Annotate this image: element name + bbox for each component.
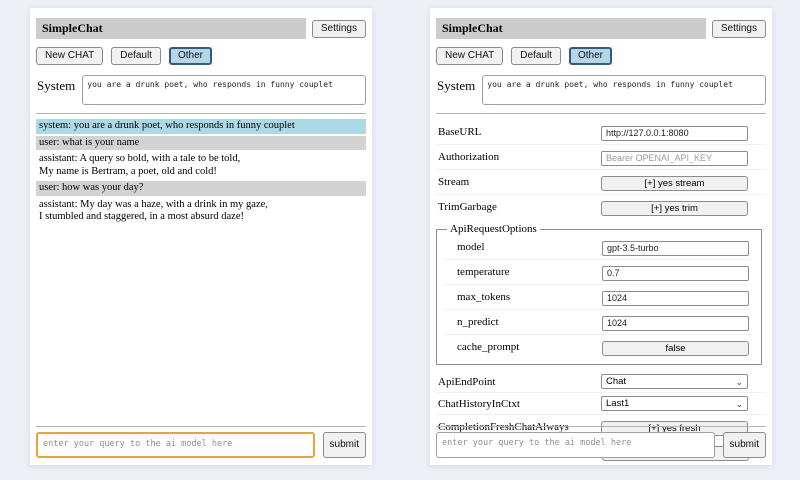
submit-button[interactable]: submit (323, 432, 366, 458)
divider (436, 113, 766, 114)
chat-message-user: user: what is your name (36, 136, 366, 151)
chat-messages: system: you are a drunk poet, who respon… (36, 119, 366, 225)
settings-button[interactable]: Settings (312, 20, 366, 38)
setting-row-chat-history: ChatHistoryInCtxt Last1 ⌄ (436, 393, 766, 415)
chat-message-user: user: how was your day? (36, 181, 366, 196)
setting-row-cache-prompt: cache_prompt false (443, 335, 751, 359)
system-label: System (37, 75, 75, 105)
session-tab-default[interactable]: Default (511, 47, 561, 65)
system-label: System (437, 75, 475, 105)
n-predict-label: n_predict (457, 316, 499, 328)
system-prompt-input[interactable]: you are a drunk poet, who responds in fu… (482, 75, 766, 105)
authorization-label: Authorization (438, 151, 499, 163)
api-endpoint-selected-value: Chat (606, 376, 626, 387)
api-request-options-legend: ApiRequestOptions (447, 223, 540, 235)
chat-history-select[interactable]: Last1 ⌄ (601, 396, 748, 411)
chat-history-label: ChatHistoryInCtxt (438, 398, 520, 410)
divider (36, 113, 366, 114)
settings-list: BaseURL Authorization Stream [+] yes str… (436, 120, 766, 464)
session-toolbar: New CHAT Default Other (36, 47, 366, 65)
setting-row-model: model (443, 235, 751, 260)
divider (36, 426, 366, 427)
setting-row-temperature: temperature (443, 260, 751, 285)
setting-row-api-endpoint: ApiEndPoint Chat ⌄ (436, 371, 766, 393)
temperature-label: temperature (457, 266, 510, 278)
cache-prompt-toggle-button[interactable]: false (602, 341, 749, 356)
chevron-down-icon: ⌄ (735, 400, 743, 408)
header: SimpleChat Settings (36, 18, 366, 39)
stream-label: Stream (438, 176, 469, 188)
setting-row-n-predict: n_predict (443, 310, 751, 335)
stream-toggle-button[interactable]: [+] yes stream (601, 176, 748, 191)
trim-garbage-label: TrimGarbage (438, 201, 497, 213)
session-tab-other[interactable]: Other (169, 47, 212, 65)
cache-prompt-label: cache_prompt (457, 341, 519, 353)
setting-row-stream: Stream [+] yes stream (436, 170, 766, 195)
setting-row-trimgarbage: TrimGarbage [+] yes trim (436, 195, 766, 219)
model-input[interactable] (602, 241, 749, 256)
system-prompt-row: System you are a drunk poet, who respond… (437, 75, 766, 105)
chevron-down-icon: ⌄ (735, 378, 743, 386)
max-tokens-label: max_tokens (457, 291, 510, 303)
new-chat-button[interactable]: New CHAT (36, 47, 103, 65)
settings-button[interactable]: Settings (712, 20, 766, 38)
app-title: SimpleChat (36, 18, 306, 39)
divider (436, 426, 766, 427)
chat-message-assistant: assistant: A query so bold, with a tale … (36, 152, 366, 179)
chat-history-selected-value: Last1 (606, 398, 629, 409)
app-title: SimpleChat (436, 18, 706, 39)
submit-button[interactable]: submit (723, 432, 766, 458)
temperature-input[interactable] (602, 266, 749, 281)
base-url-input[interactable] (601, 126, 748, 141)
query-input[interactable] (36, 432, 315, 458)
setting-row-baseurl: BaseURL (436, 120, 766, 145)
baseurl-label: BaseURL (438, 126, 481, 138)
setting-row-max-tokens: max_tokens (443, 285, 751, 310)
trim-garbage-toggle-button[interactable]: [+] yes trim (601, 201, 748, 216)
session-toolbar: New CHAT Default Other (436, 47, 766, 65)
chat-panel: SimpleChat Settings New CHAT Default Oth… (30, 8, 372, 465)
system-prompt-row: System you are a drunk poet, who respond… (37, 75, 366, 105)
setting-row-authorization: Authorization (436, 145, 766, 170)
model-label: model (457, 241, 485, 253)
chat-message-assistant: assistant: My day was a haze, with a dri… (36, 198, 366, 225)
session-tab-default[interactable]: Default (111, 47, 161, 65)
chat-message-system: system: you are a drunk poet, who respon… (36, 119, 366, 134)
api-endpoint-select[interactable]: Chat ⌄ (601, 374, 748, 389)
max-tokens-input[interactable] (602, 291, 749, 306)
query-bar: submit (36, 422, 366, 458)
api-request-options-group: ApiRequestOptions model temperature max_… (436, 223, 762, 365)
query-input[interactable] (436, 432, 715, 458)
authorization-input[interactable] (601, 151, 748, 166)
header: SimpleChat Settings (436, 18, 766, 39)
query-bar: submit (436, 422, 766, 458)
session-tab-other[interactable]: Other (569, 47, 612, 65)
api-endpoint-label: ApiEndPoint (438, 376, 495, 388)
settings-panel: SimpleChat Settings New CHAT Default Oth… (430, 8, 772, 465)
n-predict-input[interactable] (602, 316, 749, 331)
system-prompt-input[interactable]: you are a drunk poet, who responds in fu… (82, 75, 366, 105)
new-chat-button[interactable]: New CHAT (436, 47, 503, 65)
